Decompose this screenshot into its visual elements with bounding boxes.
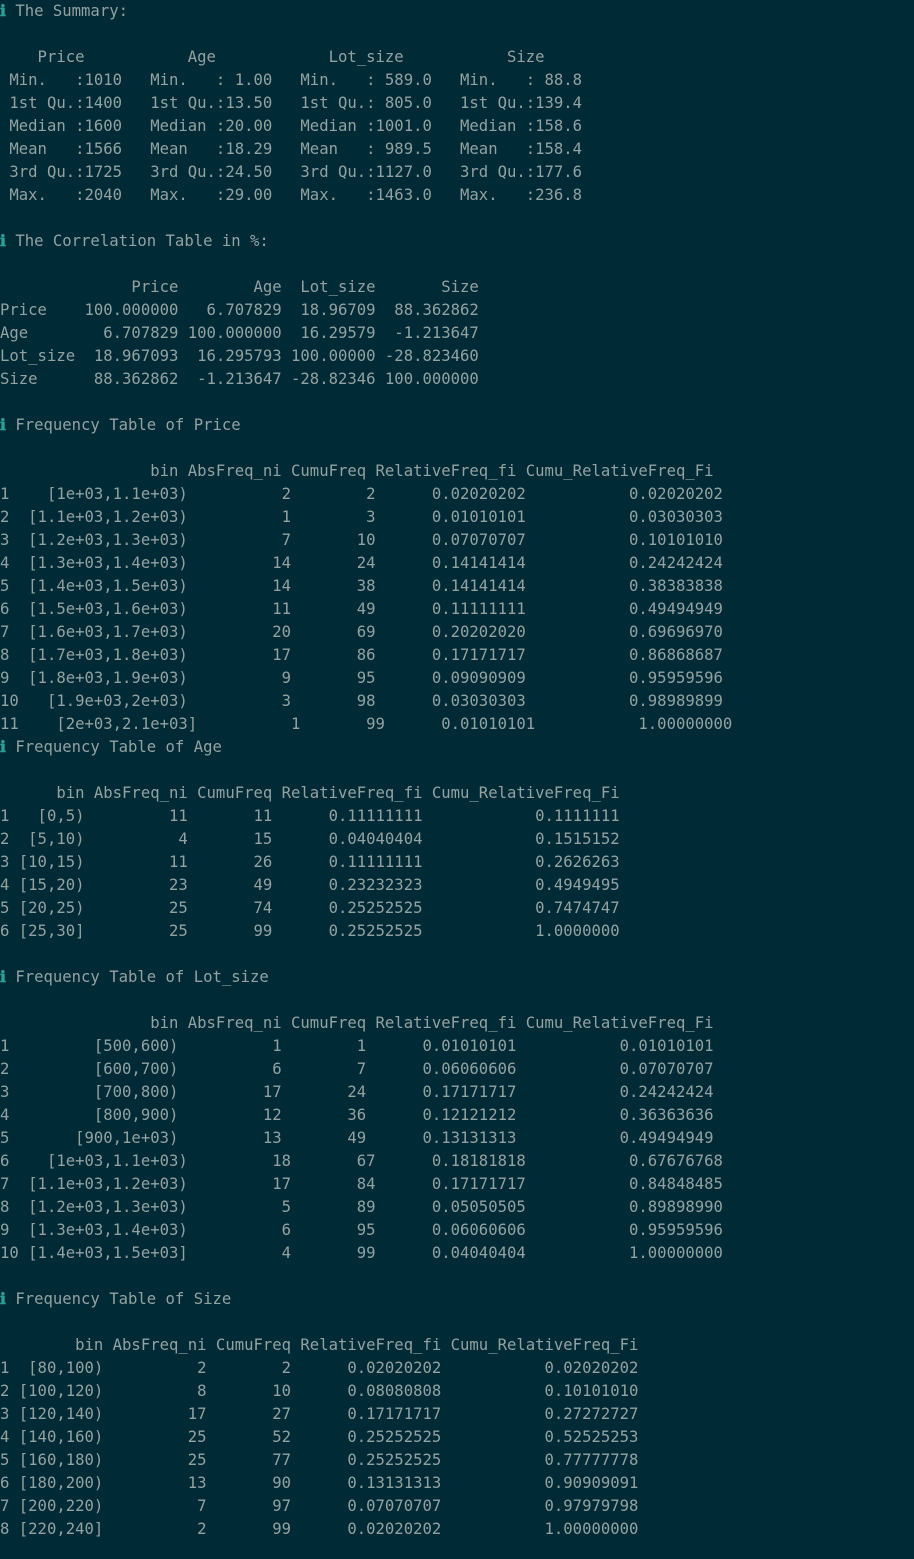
output-line: 5 [1.4e+03,1.5e+03) 14 38 0.14141414 0.3… (0, 577, 723, 595)
output-line: Median :1600 Median :20.00 Median :1001.… (0, 117, 601, 135)
output-line: 3 [1.2e+03,1.3e+03) 7 10 0.07070707 0.10… (0, 531, 723, 549)
output-line: 5 [900,1e+03) 13 49 0.13131313 0.4949494… (0, 1129, 714, 1147)
output-line: bin AbsFreq_ni CumuFreq RelativeFreq_fi … (0, 1014, 714, 1032)
section-header: ℹ Frequency Table of Age (0, 736, 914, 759)
section-header: ℹ The Summary: (0, 0, 914, 23)
output-line: 5 [20,25) 25 74 0.25252525 0.7474747 (0, 899, 620, 917)
section-title: Frequency Table of Price (15, 416, 241, 434)
output-line: 9 [1.3e+03,1.4e+03) 6 95 0.06060606 0.95… (0, 1221, 723, 1239)
output-section: ℹ The Correlation Table in %: Price Age … (0, 230, 914, 414)
output-line: 1 [1e+03,1.1e+03) 2 2 0.02020202 0.02020… (0, 485, 723, 503)
output-line: bin AbsFreq_ni CumuFreq RelativeFreq_fi … (0, 1336, 639, 1354)
output-line: 5 [160,180) 25 77 0.25252525 0.77777778 (0, 1451, 639, 1469)
output-line: 4 [15,20) 23 49 0.23232323 0.4949495 (0, 876, 620, 894)
output-line: 2 [100,120) 8 10 0.08080808 0.10101010 (0, 1382, 639, 1400)
output-line: 1 [80,100) 2 2 0.02020202 0.02020202 (0, 1359, 639, 1377)
output-line: 4 [1.3e+03,1.4e+03) 14 24 0.14141414 0.2… (0, 554, 723, 572)
output-line: 3 [120,140) 17 27 0.17171717 0.27272727 (0, 1405, 639, 1423)
output-line: 2 [1.1e+03,1.2e+03) 1 3 0.01010101 0.030… (0, 508, 723, 526)
section-title: Frequency Table of Lot_size (15, 968, 269, 986)
output-line: 2 [600,700) 6 7 0.06060606 0.07070707 (0, 1060, 714, 1078)
output-section: ℹ Frequency Table of Lot_size bin AbsFre… (0, 966, 914, 1288)
output-line: Max. :2040 Max. :29.00 Max. :1463.0 Max.… (0, 186, 601, 204)
section-title: Frequency Table of Age (15, 738, 222, 756)
output-line: 6 [1e+03,1.1e+03) 18 67 0.18181818 0.676… (0, 1152, 723, 1170)
output-line: 1 [0,5) 11 11 0.11111111 0.1111111 (0, 807, 620, 825)
output-line: Size 88.362862 -1.213647 -28.82346 100.0… (0, 370, 479, 388)
output-line: 1 [500,600) 1 1 0.01010101 0.01010101 (0, 1037, 714, 1055)
output-section: ℹ The Summary: Price Age Lot_size Size M… (0, 0, 914, 230)
output-line: 8 [1.7e+03,1.8e+03) 17 86 0.17171717 0.8… (0, 646, 723, 664)
output-line: 7 [1.6e+03,1.7e+03) 20 69 0.20202020 0.6… (0, 623, 723, 641)
output-line: Price Age Lot_size Size (0, 48, 601, 66)
output-line: 10 [1.9e+03,2e+03) 3 98 0.03030303 0.989… (0, 692, 723, 710)
section-title: Frequency Table of Size (15, 1290, 232, 1308)
output-section: ℹ Frequency Table of Price bin AbsFreq_n… (0, 414, 914, 736)
output-section: ℹ Frequency Table of Age bin AbsFreq_ni … (0, 736, 914, 966)
output-line: 11 [2e+03,2.1e+03] 1 99 0.01010101 1.000… (0, 715, 733, 733)
output-line: Min. :1010 Min. : 1.00 Min. : 589.0 Min.… (0, 71, 601, 89)
output-line: 9 [1.8e+03,1.9e+03) 9 95 0.09090909 0.95… (0, 669, 723, 687)
section-header: ℹ Frequency Table of Price (0, 414, 914, 437)
output-line: Price Age Lot_size Size (0, 278, 479, 296)
output-line: 4 [140,160) 25 52 0.25252525 0.52525253 (0, 1428, 639, 1446)
output-line: Age 6.707829 100.000000 16.29579 -1.2136… (0, 324, 479, 342)
output-line: 10 [1.4e+03,1.5e+03] 4 99 0.04040404 1.0… (0, 1244, 723, 1262)
output-line: 6 [25,30] 25 99 0.25252525 1.0000000 (0, 922, 620, 940)
output-line: bin AbsFreq_ni CumuFreq RelativeFreq_fi … (0, 462, 714, 480)
console-output: ℹ The Summary: Price Age Lot_size Size M… (0, 0, 914, 1541)
output-line: 3 [700,800) 17 24 0.17171717 0.24242424 (0, 1083, 714, 1101)
section-header: ℹ Frequency Table of Lot_size (0, 966, 914, 989)
output-line: 4 [800,900) 12 36 0.12121212 0.36363636 (0, 1106, 714, 1124)
output-line: 2 [5,10) 4 15 0.04040404 0.1515152 (0, 830, 620, 848)
output-line: 6 [1.5e+03,1.6e+03) 11 49 0.11111111 0.4… (0, 600, 723, 618)
output-line: Mean :1566 Mean :18.29 Mean : 989.5 Mean… (0, 140, 601, 158)
section-header: ℹ Frequency Table of Size (0, 1288, 914, 1311)
output-section: ℹ Frequency Table of Size bin AbsFreq_ni… (0, 1288, 914, 1541)
output-line: 3 [10,15) 11 26 0.11111111 0.2626263 (0, 853, 620, 871)
output-line: Lot_size 18.967093 16.295793 100.00000 -… (0, 347, 479, 365)
output-line: 7 [200,220) 7 97 0.07070707 0.97979798 (0, 1497, 639, 1515)
section-title: The Summary: (15, 2, 128, 20)
output-line: 8 [1.2e+03,1.3e+03) 5 89 0.05050505 0.89… (0, 1198, 723, 1216)
section-header: ℹ The Correlation Table in %: (0, 230, 914, 253)
output-line: 8 [220,240] 2 99 0.02020202 1.00000000 (0, 1520, 639, 1538)
output-line: 7 [1.1e+03,1.2e+03) 17 84 0.17171717 0.8… (0, 1175, 723, 1193)
output-line: 1st Qu.:1400 1st Qu.:13.50 1st Qu.: 805.… (0, 94, 601, 112)
section-title: The Correlation Table in %: (15, 232, 269, 250)
output-line: 6 [180,200) 13 90 0.13131313 0.90909091 (0, 1474, 639, 1492)
output-line: Price 100.000000 6.707829 18.96709 88.36… (0, 301, 479, 319)
output-line: bin AbsFreq_ni CumuFreq RelativeFreq_fi … (0, 784, 620, 802)
output-line: 3rd Qu.:1725 3rd Qu.:24.50 3rd Qu.:1127.… (0, 163, 601, 181)
